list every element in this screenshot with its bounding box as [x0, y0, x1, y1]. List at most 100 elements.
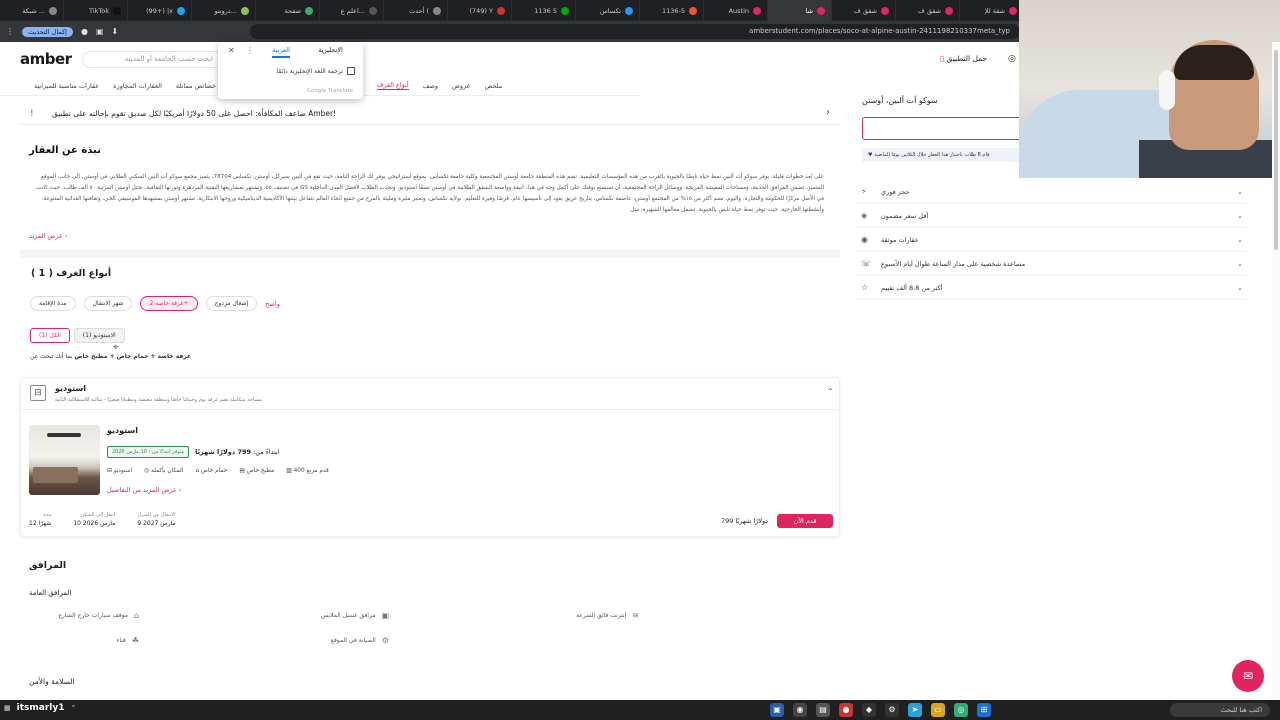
facility-item: ▣ مرافق غسيل الملابس [139, 611, 389, 620]
more-options-icon[interactable]: ⋮ [246, 46, 254, 55]
app-icon[interactable]: ▤ [816, 703, 830, 717]
extensions-icon[interactable]: ▣ [96, 27, 104, 36]
studio-header[interactable]: ⊟ استوديو مساحة متكاملة تضم غرفة نوم وحم… [21, 378, 839, 410]
scrollbar[interactable] [1272, 42, 1280, 700]
favicon-icon [945, 6, 953, 15]
show-more-link[interactable]: عرض المزيد › [29, 232, 67, 240]
chat-button[interactable]: ✉ [1232, 660, 1264, 692]
taskbar-search[interactable]: اكتب هنا للبحث [1170, 703, 1270, 717]
scrollbar-thumb[interactable] [1274, 50, 1278, 250]
section-nav-item[interactable]: عقارات مناسبة للميزانية [34, 82, 99, 90]
benefit-item[interactable]: ◉ عقارات موثقة ⌄ [855, 228, 1247, 252]
browser-tab[interactable]: دروبتو... [192, 0, 256, 21]
filter-chip[interactable]: شهر الانتقال [83, 296, 133, 311]
chevron-up-icon[interactable]: ⌃ [827, 387, 834, 396]
always-translate-checkbox[interactable] [347, 67, 355, 75]
record-icon[interactable]: ● [839, 703, 853, 717]
browser-tab[interactable]: اعلم ع... [320, 0, 384, 21]
search-input[interactable]: ابحث حسب الجامعة أو المدينة [82, 51, 222, 68]
filter-chip[interactable]: مدة الإقامة [30, 296, 76, 311]
chevron-right-icon[interactable]: › [826, 107, 830, 118]
facility-item: ☘ فناء [29, 636, 140, 645]
lease-date-value: 9 مارس 2027 [137, 520, 176, 527]
facility-item: ⌂ موقف سيارات خارج الشارع [29, 611, 139, 620]
browser-tab[interactable]: شقق ف [896, 0, 960, 21]
browser-tab[interactable]: أحدث ( [384, 0, 448, 21]
profile-icon[interactable]: ● [81, 27, 88, 36]
tab-arabic[interactable]: العربية [272, 46, 290, 58]
favicon-icon [433, 6, 441, 15]
browser-tab[interactable]: 1136 5 [512, 0, 576, 21]
section-nav-item[interactable]: خصائص مماثلة [176, 82, 216, 90]
section-nav-item[interactable]: وصف [423, 82, 438, 90]
chevron-down-icon[interactable]: ⌄ [1237, 212, 1243, 220]
tray-icon[interactable]: ⌃ [70, 704, 76, 712]
room-types-title: ( 1 ) أنواع الغرف [31, 268, 112, 279]
update-button[interactable]: إكمال التحديث [22, 26, 73, 37]
filter-chip[interactable]: إشغال مزدوج [205, 296, 258, 311]
browser-tab[interactable]: شقق ف [832, 0, 896, 21]
telegram-icon[interactable]: ➤ [908, 703, 922, 717]
facility-label: موقف سيارات خارج الشارع [58, 612, 128, 619]
tag-icon: ◈ [861, 211, 868, 220]
benefit-item[interactable]: ☆ أكثر من 8.8 ألف تقييم ⌄ [855, 276, 1247, 300]
browser-tab[interactable]: صفحة [256, 0, 320, 21]
room-subtab[interactable]: الاستوديو (1) [73, 328, 125, 343]
tab-english[interactable]: الإنجليزية [318, 46, 343, 58]
address-bar[interactable]: amberstudent.com/places/soco-at-alpine-a… [250, 24, 1020, 39]
more-details-link[interactable]: عرض المزيد من التفاصيل › [107, 486, 181, 494]
unit-photo[interactable] [29, 425, 100, 495]
section-nav-item[interactable]: العقارات المجاورة [113, 82, 162, 90]
always-translate-option[interactable]: ترجمة اللغة الإنجليزية دائمًا [276, 67, 355, 75]
close-icon[interactable]: ✕ [228, 46, 235, 55]
maintenance-icon: ⚙ [381, 636, 389, 645]
browser-tab[interactable]: شقة للإ [960, 0, 1024, 21]
windows-icon[interactable]: ⊞ [977, 703, 991, 717]
chevron-down-icon[interactable]: ⌄ [1237, 236, 1243, 244]
browser-tab-label: شا [805, 6, 813, 15]
unit-feature: ⊟ استوديو [107, 468, 132, 474]
unit-features: ⊟ استوديو ◎ المكان بأكمله ⌂ حمام خاص ▤ مطبخ… [107, 468, 329, 474]
chrome-icon[interactable]: ◎ [954, 703, 968, 717]
game-icon[interactable]: ◆ [862, 703, 876, 717]
chevron-down-icon[interactable]: ⌄ [1237, 284, 1243, 292]
explorer-icon[interactable]: ▭ [931, 703, 945, 717]
download-icon[interactable]: ⬇ [112, 27, 119, 36]
browser-tab[interactable]: (99+) |x [128, 0, 192, 21]
booking-field[interactable] [862, 117, 1022, 140]
browser-tab[interactable]: تكساس [576, 0, 640, 21]
widgets-icon[interactable]: ▦ [4, 704, 11, 712]
favicon-icon [1009, 6, 1017, 15]
obs-icon[interactable]: ◉ [793, 703, 807, 717]
globe-icon[interactable]: ◎ [1008, 54, 1016, 64]
filter-chip[interactable]: غرفة خاصة 2+ [140, 296, 198, 311]
amber-logo[interactable]: amber [20, 50, 72, 68]
browser-tab[interactable]: Austin [704, 0, 768, 21]
chevron-down-icon[interactable]: ⌄ [1237, 188, 1243, 196]
section-nav-item[interactable]: أنواع الغرف [376, 81, 409, 90]
studio-card: ⊟ استوديو مساحة متكاملة تضم غرفة نوم وحم… [20, 377, 840, 537]
browser-tab[interactable]: TikTok [64, 0, 128, 21]
facility-item: ≋ إنترنت فائق السرعة [389, 611, 639, 620]
benefit-item[interactable]: ⚡ حجز فوري ⌄ [855, 180, 1247, 204]
chevron-down-icon[interactable]: ⌄ [1237, 260, 1243, 268]
benefit-item[interactable]: ☏ مساعدة شخصية على مدار الساعة طوال أيام … [855, 252, 1247, 276]
browser-tab[interactable]: 1136-5 [640, 0, 704, 21]
browser-tab[interactable]: (749) Y [448, 0, 512, 21]
benefit-item[interactable]: ◈ أقل سعر مضمون ⌄ [855, 204, 1247, 228]
store-icon[interactable]: ▣ [770, 703, 784, 717]
download-app-link[interactable]: ▯ حمل التطبيق [940, 54, 987, 63]
browser-tab[interactable]: شا [768, 0, 832, 21]
more-details-label: عرض المزيد من التفاصيل [107, 486, 177, 494]
section-nav-item[interactable]: عروض [452, 82, 470, 90]
room-subtab[interactable]: الكل (1) [30, 328, 70, 343]
clear-filters-link[interactable]: واضح [265, 300, 280, 308]
apply-now-button[interactable]: قدم الآن [777, 514, 833, 528]
section-nav-item[interactable]: ملخص [485, 82, 503, 90]
wifi-icon: ≋ [632, 611, 639, 620]
referral-banner[interactable]: ! ضاعف المكافأة: احصل على 50 دولارًا أمر… [20, 103, 840, 125]
browser-tab[interactable]: شبكة ... [0, 0, 64, 21]
browser-tab-label: شقق ف [918, 6, 941, 15]
menu-icon[interactable]: ⋮ [6, 27, 14, 36]
settings-icon[interactable]: ⚙ [885, 703, 899, 717]
